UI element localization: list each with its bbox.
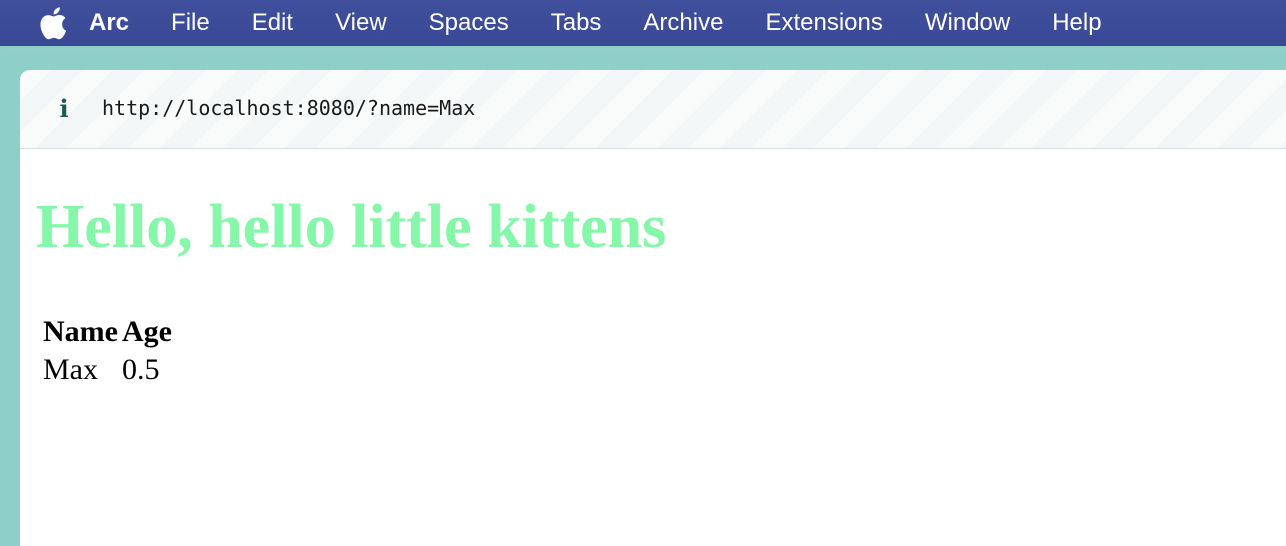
table-header-row: Name Age bbox=[42, 314, 173, 350]
menu-view[interactable]: View bbox=[335, 9, 387, 37]
menu-app-name[interactable]: Arc bbox=[89, 9, 129, 37]
menu-file[interactable]: File bbox=[171, 9, 210, 37]
kittens-table: Name Age Max 0.5 bbox=[40, 312, 175, 390]
url-text[interactable]: http://localhost:8080/?name=Max bbox=[102, 96, 475, 120]
menu-help[interactable]: Help bbox=[1052, 9, 1101, 37]
menu-archive[interactable]: Archive bbox=[643, 9, 723, 37]
menu-window[interactable]: Window bbox=[925, 9, 1010, 37]
cell-name: Max bbox=[43, 353, 98, 386]
column-header-name: Name bbox=[43, 315, 118, 348]
page-heading: Hello, hello little kittens bbox=[36, 193, 667, 261]
menu-tabs[interactable]: Tabs bbox=[551, 9, 602, 37]
menu-extensions[interactable]: Extensions bbox=[765, 9, 882, 37]
web-page: Hello, hello little kittens Name Age Max… bbox=[20, 149, 1286, 546]
cell-age: 0.5 bbox=[121, 353, 160, 386]
browser-content-area: i http://localhost:8080/?name=Max Hello,… bbox=[20, 70, 1286, 546]
menu-bar: Arc File Edit View Spaces Tabs Archive E… bbox=[0, 0, 1286, 46]
menu-spaces[interactable]: Spaces bbox=[429, 9, 509, 37]
site-info-icon[interactable]: i bbox=[54, 94, 74, 124]
apple-logo-icon[interactable] bbox=[39, 6, 67, 40]
address-bar[interactable]: i http://localhost:8080/?name=Max bbox=[20, 70, 1286, 149]
menu-edit[interactable]: Edit bbox=[252, 9, 293, 37]
column-header-age: Age bbox=[121, 315, 172, 348]
table-row: Max 0.5 bbox=[42, 352, 173, 388]
